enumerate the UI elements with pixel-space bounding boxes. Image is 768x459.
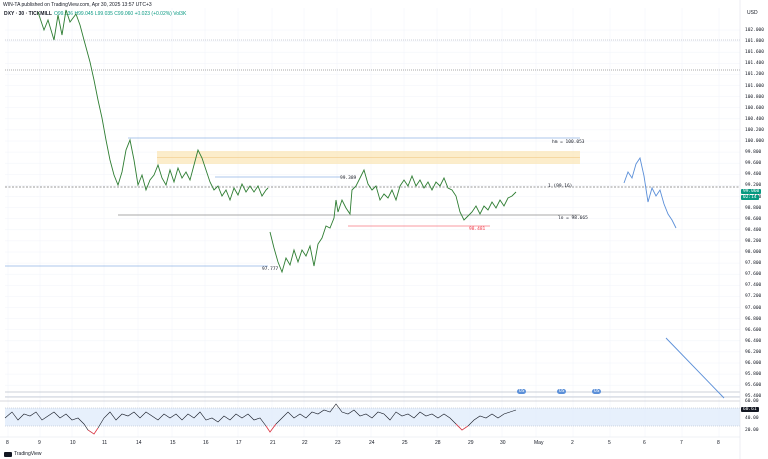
price-axis-label: 95.600 xyxy=(745,383,762,389)
price-axis-label: 101.800 xyxy=(745,39,764,45)
projection-path-lower xyxy=(665,337,725,399)
price-axis-label: 97.800 xyxy=(745,261,762,267)
left-low-label: 97.777 xyxy=(262,267,279,272)
price-chart[interactable] xyxy=(0,0,768,459)
price-axis-label: 101.200 xyxy=(745,72,764,78)
tradingview-logo-text: TradingView xyxy=(14,451,42,457)
price-axis-label: 100.000 xyxy=(745,139,764,144)
time-axis-label: 23 xyxy=(335,440,341,446)
time-axis-label: 2 xyxy=(571,440,574,446)
price-axis-label: 97.200 xyxy=(745,294,762,300)
time-axis-label: 8 xyxy=(717,440,720,446)
last-price-badge: 99.060 xyxy=(741,189,762,194)
last-price-value: 99.060 xyxy=(743,189,760,194)
price-axis-label: 98.400 xyxy=(745,227,762,233)
rsi-level-40: 40.00 xyxy=(745,416,759,421)
time-axis-label: 21 xyxy=(270,440,276,446)
time-axis-label: 10 xyxy=(70,440,76,446)
price-axis-label: 100.600 xyxy=(745,105,764,111)
currency-label: USD xyxy=(747,10,758,16)
last-price-sub-badge: 02:14 xyxy=(741,195,759,200)
price-axis-label: 96.200 xyxy=(745,349,762,355)
time-axis-label: 24 xyxy=(369,440,375,446)
price-axis-label: 97.000 xyxy=(745,305,762,311)
price-axis-label: 99.800 xyxy=(745,150,762,156)
price-axis-label: 96.800 xyxy=(745,316,762,322)
price-axis-label: 95.800 xyxy=(745,372,762,378)
price-axis-label: 98.600 xyxy=(745,216,762,222)
event-marker-1[interactable]: US xyxy=(517,389,527,394)
price-axis-label: 96.000 xyxy=(745,361,762,366)
price-axis-label: 98.200 xyxy=(745,238,762,244)
mid-value-label: 1 (99.16) xyxy=(548,184,573,189)
time-axis-label: 6 xyxy=(643,440,646,446)
price-axis-label: 100.400 xyxy=(745,116,764,122)
time-axis-label: 25 xyxy=(402,440,408,446)
time-axis-label: 8 xyxy=(6,440,9,446)
time-axis-label: 5 xyxy=(608,440,611,446)
price-axis-label: 100.200 xyxy=(745,127,764,133)
time-axis-label: 30 xyxy=(500,440,506,446)
projection-path-upper xyxy=(623,156,677,229)
swing-low-label: 98.481 xyxy=(469,227,486,232)
time-axis-label: 14 xyxy=(136,440,142,446)
time-axis-label: 29 xyxy=(468,440,474,446)
price-series xyxy=(37,9,269,202)
price-axis-label: 101.400 xyxy=(745,61,764,67)
tradingview-logo-icon xyxy=(4,451,12,457)
high-line-label: hm = 100.053 xyxy=(552,140,585,145)
event-marker-2[interactable]: US xyxy=(557,389,567,394)
price-axis-label: 97.400 xyxy=(745,283,762,289)
time-axis-label: 28 xyxy=(435,440,441,446)
price-axis-label: 96.600 xyxy=(745,327,762,333)
time-axis-label: May xyxy=(534,440,544,446)
time-axis-label: 7 xyxy=(680,440,683,446)
rsi-level-60: 60.00 xyxy=(745,399,759,404)
price-axis-label: 102.000 xyxy=(745,28,764,33)
rsi-value-badge: 60.61 xyxy=(741,407,759,412)
swing-high-label: 99.389 xyxy=(340,176,357,181)
price-axis-label: 98.000 xyxy=(745,250,762,255)
price-axis-label: 99.400 xyxy=(745,172,762,178)
price-axis-label: 99.600 xyxy=(745,161,762,167)
chart-grid xyxy=(5,8,740,437)
rsi-band xyxy=(5,408,740,426)
time-axis-label: 9 xyxy=(38,440,41,446)
price-axis-label: 98.800 xyxy=(745,205,762,211)
time-axis-label: 15 xyxy=(170,440,176,446)
tradingview-logo: TradingView xyxy=(4,451,42,457)
price-axis-label: 97.600 xyxy=(745,272,762,278)
time-axis-label: 22 xyxy=(302,440,308,446)
price-axis-label: 101.000 xyxy=(745,83,764,89)
time-axis-label: 11 xyxy=(102,440,108,446)
rsi-level-20: 20.00 xyxy=(745,428,759,433)
price-axis-label: 100.800 xyxy=(745,94,764,100)
rsi-oversold-mark xyxy=(87,427,99,435)
event-marker-3[interactable]: US xyxy=(592,389,602,394)
time-axis-label: 16 xyxy=(203,440,209,446)
time-axis-label: 17 xyxy=(236,440,242,446)
price-axis-label: 101.600 xyxy=(745,50,764,56)
price-axis-label: 96.400 xyxy=(745,338,762,344)
low-line-label: lo = 98.665 xyxy=(558,216,588,221)
last-price-countdown: 02:14 xyxy=(743,195,757,200)
price-axis-label: 99.200 xyxy=(745,183,762,189)
